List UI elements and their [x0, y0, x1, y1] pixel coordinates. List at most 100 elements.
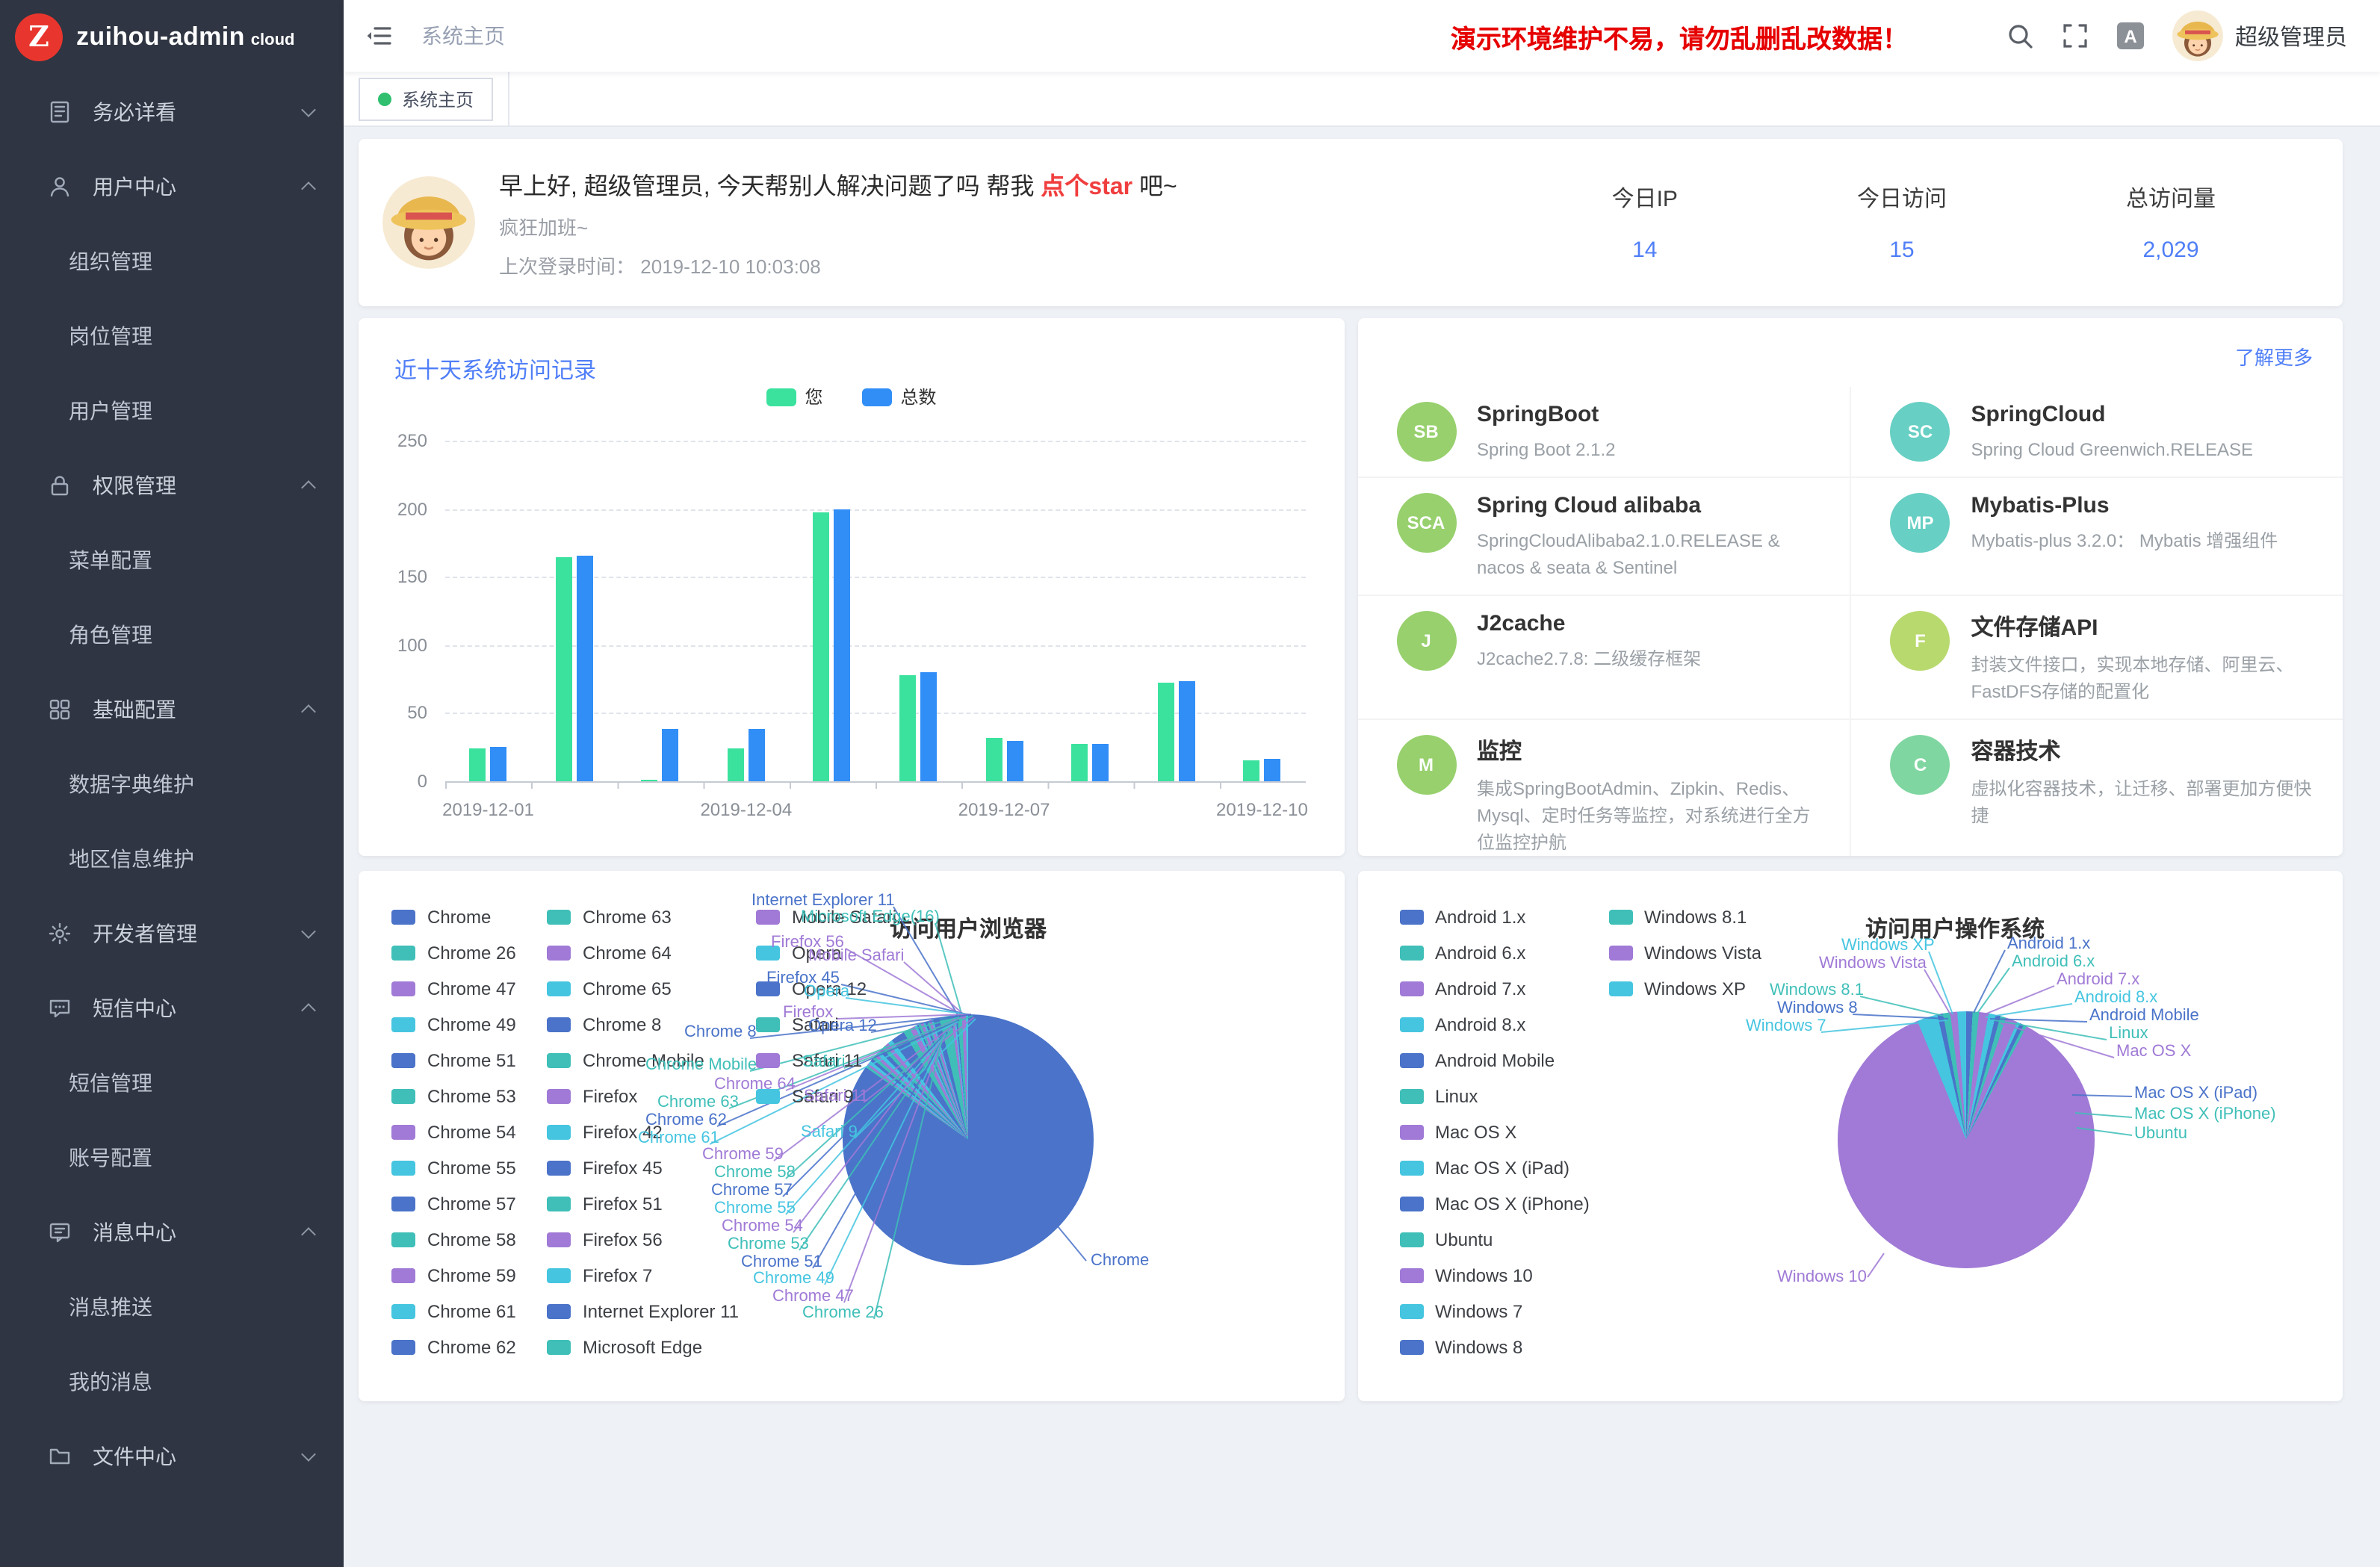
sidebar-item-0[interactable]: 务必详看: [0, 75, 344, 149]
legend-label: Android 7.x: [1435, 978, 1525, 999]
legend-item[interactable]: Chrome 57: [391, 1194, 516, 1214]
legend-item[interactable]: Firefox 7: [547, 1265, 652, 1286]
user-avatar[interactable]: [2172, 10, 2223, 61]
legend-item[interactable]: Internet Explorer 11: [547, 1301, 739, 1322]
legend-item[interactable]: Firefox 45: [547, 1158, 663, 1179]
breadcrumb[interactable]: 系统主页: [421, 21, 505, 51]
legend-item[interactable]: Android 6.x: [1399, 943, 1525, 964]
bar-您-2019-12-02: [556, 556, 572, 781]
tech-item-0[interactable]: SBSpringBootSpring Boot 2.1.2: [1357, 387, 1850, 477]
legend-item[interactable]: Mac OS X (iPad): [1399, 1158, 1569, 1179]
legend-item[interactable]: 总数: [862, 384, 937, 409]
legend-item[interactable]: Windows 8.1: [1608, 907, 1747, 928]
legend-item[interactable]: Chrome 53: [391, 1086, 516, 1107]
sidebar-subitem[interactable]: 菜单配置: [0, 523, 344, 598]
sidebar-subitem[interactable]: 数据字典维护: [0, 747, 344, 822]
legend-label: Firefox 51: [583, 1194, 663, 1214]
legend-item[interactable]: Linux: [1399, 1086, 1478, 1107]
legend-label: Firefox 45: [583, 1158, 663, 1179]
legend-label: Chrome 51: [427, 1050, 516, 1071]
tech-item-2[interactable]: SCASpring Cloud alibabaSpringCloudAlibab…: [1357, 477, 1850, 595]
font-size-icon[interactable]: A: [2116, 21, 2145, 51]
star-link[interactable]: 点个star: [1041, 175, 1132, 200]
tab-home[interactable]: 系统主页: [359, 77, 493, 120]
legend-item[interactable]: Android Mobile: [1399, 1050, 1555, 1071]
legend-item[interactable]: Chrome 64: [547, 943, 672, 964]
tech-badge-icon: M: [1396, 735, 1456, 795]
legend-item[interactable]: Firefox 56: [547, 1229, 663, 1250]
pie-slice-label: Chrome 63: [657, 1093, 739, 1111]
legend-item[interactable]: Firefox: [547, 1086, 637, 1107]
legend-item[interactable]: Chrome 49: [391, 1014, 516, 1035]
tech-item-4[interactable]: JJ2cacheJ2cache2.7.8: 二级缓存框架: [1357, 595, 1850, 719]
sidebar-item-7[interactable]: 文件中心: [0, 1419, 344, 1494]
tech-desc: J2cache2.7.8: 二级缓存框架: [1477, 645, 1701, 672]
legend-item[interactable]: Chrome 61: [391, 1301, 516, 1322]
app-logo[interactable]: Z zuihou-admin cloud: [0, 0, 344, 75]
legend-item[interactable]: Chrome 47: [391, 978, 516, 999]
legend-item[interactable]: 您: [766, 384, 822, 409]
legend-item[interactable]: Chrome 62: [391, 1337, 516, 1358]
legend-item[interactable]: Microsoft Edge: [547, 1337, 702, 1358]
fullscreen-icon[interactable]: [2060, 21, 2090, 51]
x-axis: [445, 781, 1305, 789]
legend-item[interactable]: Chrome 63: [547, 907, 672, 928]
legend-item[interactable]: Mac OS X (iPhone): [1399, 1194, 1590, 1214]
legend-item[interactable]: Windows XP: [1608, 978, 1746, 999]
sidebar-subitem[interactable]: 消息推送: [0, 1270, 344, 1344]
legend-item[interactable]: Chrome 65: [547, 978, 672, 999]
sidebar-item-3[interactable]: 基础配置: [0, 672, 344, 747]
legend-swatch: [1399, 1089, 1423, 1104]
pie-slice-label: Chrome 59: [702, 1146, 784, 1164]
legend-item[interactable]: Chrome 55: [391, 1158, 516, 1179]
tech-item-6[interactable]: M监控集成SpringBootAdmin、Zipkin、Redis、Mysql、…: [1357, 719, 1850, 856]
legend-item[interactable]: Windows 10: [1399, 1265, 1533, 1286]
tech-item-1[interactable]: SCSpringCloudSpring Cloud Greenwich.RELE…: [1850, 387, 2343, 477]
user-name[interactable]: 超级管理员: [2235, 20, 2347, 52]
sidebar-item-6[interactable]: 消息中心: [0, 1195, 344, 1270]
legend-item[interactable]: Chrome 51: [391, 1050, 516, 1071]
legend-swatch: [547, 910, 571, 925]
legend-item[interactable]: Windows Vista: [1608, 943, 1761, 964]
legend-label: Chrome: [427, 907, 491, 928]
legend-item[interactable]: Chrome 26: [391, 943, 516, 964]
sidebar-item-1[interactable]: 用户中心: [0, 149, 344, 224]
legend-item[interactable]: Chrome 54: [391, 1122, 516, 1143]
bar-总数-2019-12-09: [1178, 682, 1194, 781]
legend-item[interactable]: Chrome 59: [391, 1265, 516, 1286]
sidebar-subitem[interactable]: 我的消息: [0, 1344, 344, 1419]
sidebar-subitem[interactable]: 角色管理: [0, 598, 344, 672]
collapse-menu-icon[interactable]: [365, 21, 394, 51]
legend-item[interactable]: Android 1.x: [1399, 907, 1525, 928]
sidebar-subitem[interactable]: 地区信息维护: [0, 822, 344, 896]
sidebar-subitem[interactable]: 账号配置: [0, 1120, 344, 1195]
bar-您-2019-12-06: [899, 675, 916, 781]
sidebar-subitem[interactable]: 组织管理: [0, 224, 344, 299]
learn-more-link[interactable]: 了解更多: [2235, 342, 2313, 370]
sidebar-item-5[interactable]: 短信中心: [0, 971, 344, 1046]
legend-label: Chrome 63: [583, 907, 672, 928]
sidebar-item-4[interactable]: 开发者管理: [0, 896, 344, 971]
tech-item-7[interactable]: C容器技术虚拟化容器技术，让迁移、部署更加方便快捷: [1850, 719, 2343, 856]
legend-item[interactable]: Chrome 58: [391, 1229, 516, 1250]
legend-item[interactable]: Android 7.x: [1399, 978, 1525, 999]
legend-swatch: [1399, 1053, 1423, 1068]
tech-item-3[interactable]: MPMybatis-PlusMybatis-plus 3.2.0： Mybati…: [1850, 477, 2343, 595]
sidebar-item-2[interactable]: 权限管理: [0, 448, 344, 523]
tech-item-5[interactable]: F文件存储API封装文件接口，实现本地存储、阿里云、FastDFS存储的配置化: [1850, 595, 2343, 719]
legend-swatch: [1608, 910, 1632, 925]
legend-item[interactable]: Firefox 51: [547, 1194, 663, 1214]
legend-item[interactable]: Chrome: [391, 907, 491, 928]
legend-item[interactable]: Android 8.x: [1399, 1014, 1525, 1035]
legend-item[interactable]: Mac OS X: [1399, 1122, 1516, 1143]
sidebar-subitem[interactable]: 岗位管理: [0, 299, 344, 373]
legend-item[interactable]: Windows 8: [1399, 1337, 1522, 1358]
search-icon[interactable]: [2005, 21, 2035, 51]
bar-总数-2019-12-01: [491, 747, 507, 781]
legend-item[interactable]: Chrome 8: [547, 1014, 661, 1035]
legend-item[interactable]: Windows 7: [1399, 1301, 1522, 1322]
sidebar-subitem[interactable]: 用户管理: [0, 373, 344, 448]
sidebar-subitem[interactable]: 短信管理: [0, 1046, 344, 1120]
legend-item[interactable]: Ubuntu: [1399, 1229, 1493, 1250]
legend-swatch: [1399, 1340, 1423, 1355]
